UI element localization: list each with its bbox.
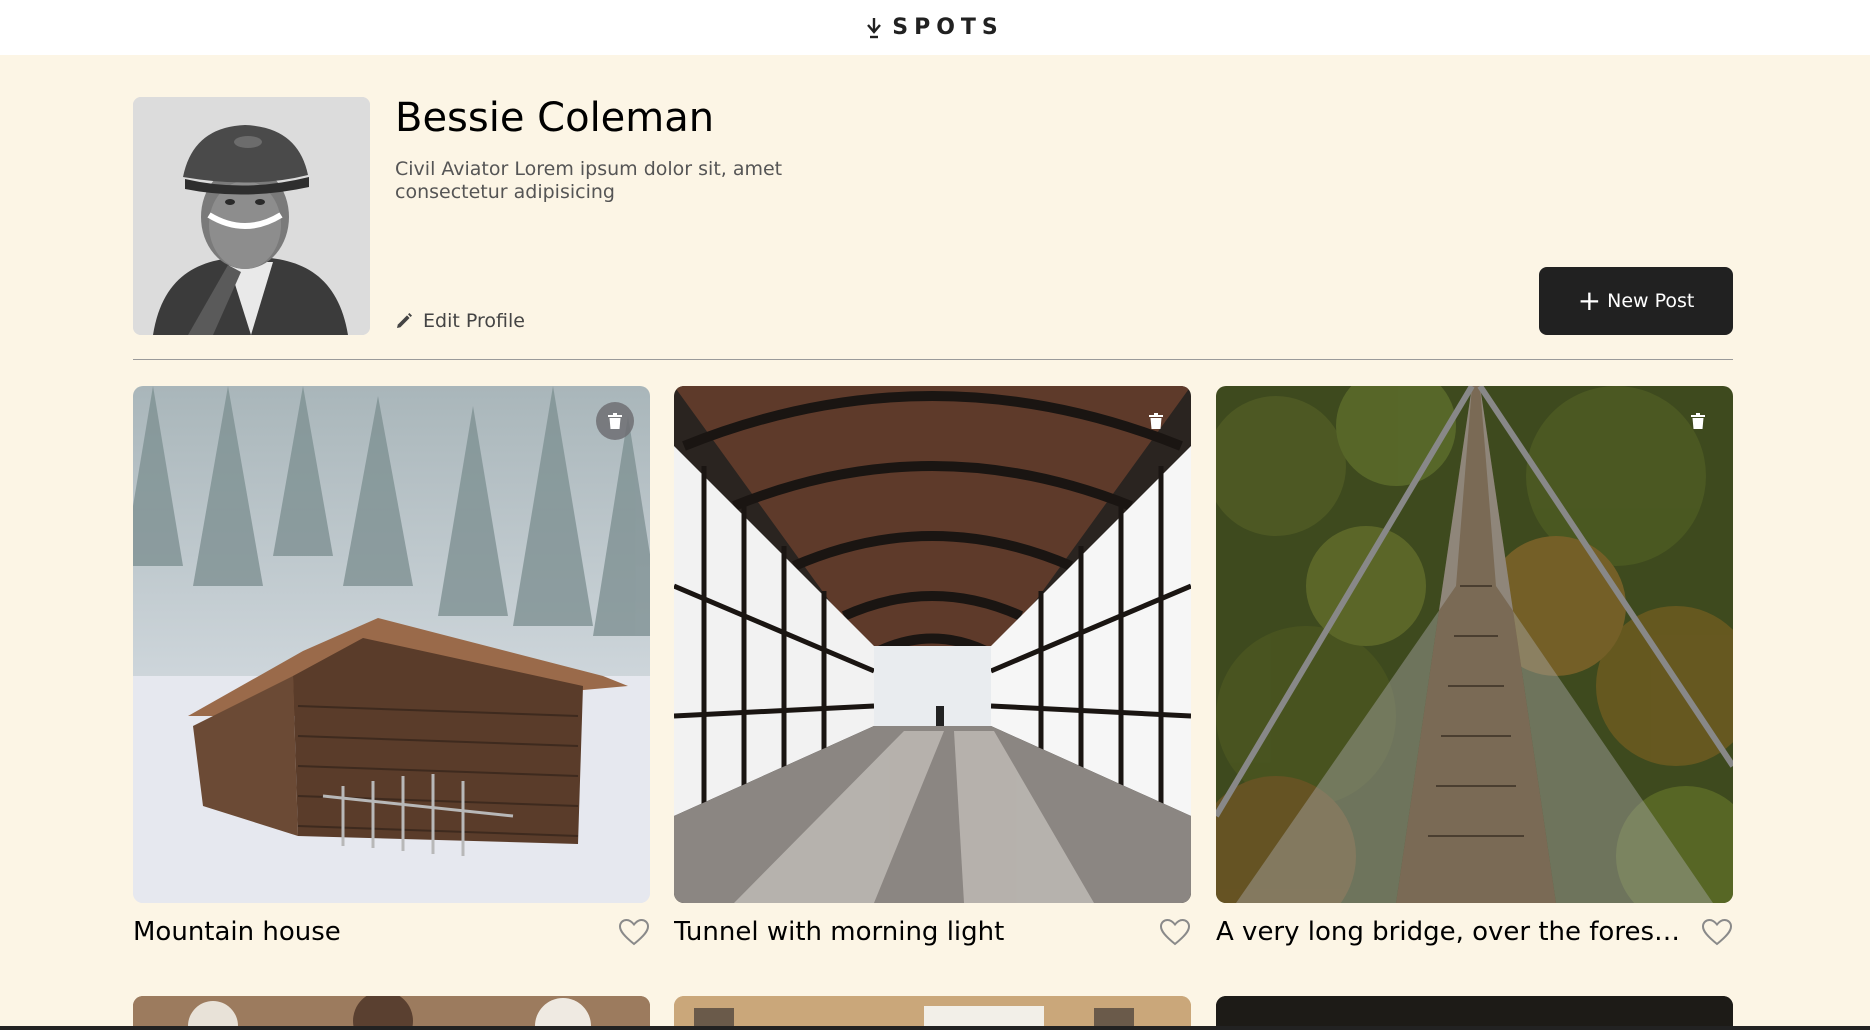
heart-icon[interactable] (1701, 918, 1733, 946)
card-image[interactable] (674, 386, 1191, 903)
pencil-icon (397, 313, 412, 328)
trash-icon (1691, 413, 1705, 429)
heart-icon[interactable] (618, 918, 650, 946)
mountain-house-photo (133, 386, 650, 903)
partial-photo (1216, 996, 1733, 1030)
card-image[interactable] (133, 996, 650, 1030)
delete-button[interactable] (596, 402, 634, 440)
card: Mountain house (133, 386, 650, 949)
edit-profile-button[interactable]: Edit Profile (395, 310, 525, 332)
card-image[interactable] (133, 386, 650, 903)
card: A very long bridge, over the forest and … (1216, 386, 1733, 949)
logo-icon (867, 17, 882, 38)
window-edge (0, 1026, 1870, 1030)
heart-icon[interactable] (1159, 918, 1191, 946)
profile-name: Bessie Coleman (395, 95, 715, 141)
avatar-image (133, 97, 370, 335)
top-bar: SPOTS (0, 0, 1870, 55)
card-image[interactable] (1216, 996, 1733, 1030)
card-title: Mountain house (133, 917, 341, 947)
card-footer: Tunnel with morning light (674, 915, 1191, 949)
logo-text: SPOTS (892, 15, 1004, 40)
new-post-button[interactable]: + New Post (1539, 267, 1733, 335)
delete-button[interactable] (1137, 402, 1175, 440)
trash-icon (1149, 413, 1163, 429)
partial-photo (133, 996, 650, 1030)
card-title: A very long bridge, over the forest and … (1216, 917, 1686, 947)
profile-description: Civil Aviator Lorem ipsum dolor sit, ame… (395, 158, 783, 203)
card: Tunnel with morning light (674, 386, 1191, 949)
card-image[interactable] (1216, 386, 1733, 903)
partial-photo (674, 996, 1191, 1030)
card-title: Tunnel with morning light (674, 917, 1005, 947)
plus-icon: + (1577, 284, 1602, 317)
logo[interactable]: SPOTS (866, 15, 1004, 40)
card-footer: A very long bridge, over the forest and … (1216, 915, 1733, 949)
card-footer: Mountain house (133, 915, 650, 949)
card-image[interactable] (674, 996, 1191, 1030)
edit-profile-label: Edit Profile (423, 310, 525, 332)
delete-button[interactable] (1679, 402, 1717, 440)
new-post-label: New Post (1607, 290, 1695, 312)
bridge-photo (1216, 386, 1733, 903)
divider (133, 359, 1733, 360)
trash-icon (608, 413, 622, 429)
tunnel-photo (674, 386, 1191, 903)
avatar (133, 97, 370, 335)
